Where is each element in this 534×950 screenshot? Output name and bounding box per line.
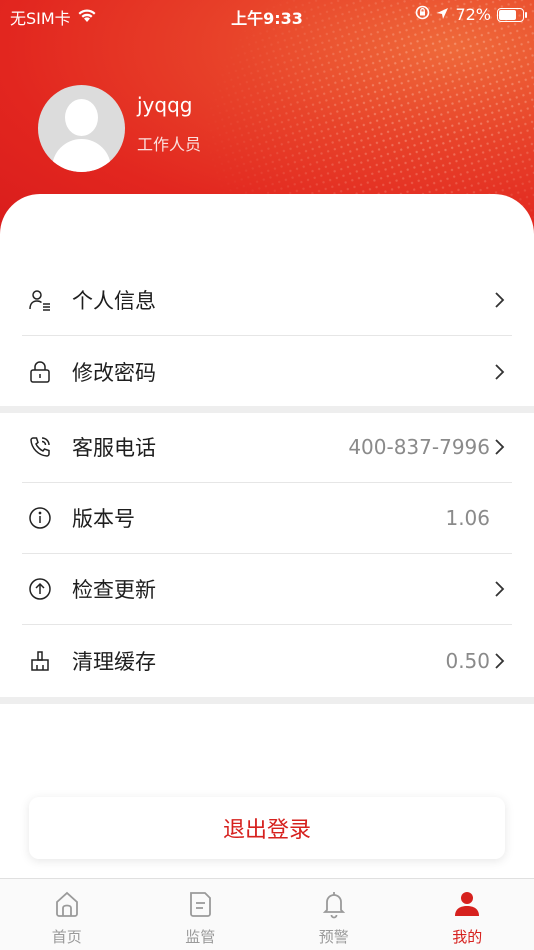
chevron-right-icon <box>494 652 506 670</box>
chevron-right-icon <box>494 291 506 309</box>
battery-percent: 72% <box>455 5 491 24</box>
user-list-icon <box>28 288 52 312</box>
status-bar: 无SIM卡 上午9:33 72% <box>0 0 534 32</box>
user-profile[interactable]: jyqqg 工作人员 <box>38 85 201 172</box>
tab-label: 监管 <box>185 928 216 946</box>
chevron-right-icon <box>494 363 506 381</box>
tab-mine[interactable]: 我的 <box>401 879 534 950</box>
cache-size: 0.50 <box>445 648 490 673</box>
broom-icon <box>28 649 52 673</box>
person-icon <box>451 888 483 920</box>
bottom-tab-bar: 首页 监管 预警 我的 <box>0 878 534 950</box>
chevron-right-icon <box>494 438 506 456</box>
menu-item-customer-service[interactable]: 客服电话 400-837-7996 <box>22 412 512 483</box>
phone-icon <box>28 435 52 459</box>
tab-supervision[interactable]: 监管 <box>134 879 268 950</box>
upload-arrow-icon <box>28 577 52 601</box>
menu-label: 修改密码 <box>72 360 156 385</box>
menu-label: 检查更新 <box>72 578 156 602</box>
menu-group-account: 个人信息 修改密码 <box>0 265 534 407</box>
home-icon <box>51 888 83 920</box>
info-icon <box>28 506 52 530</box>
menu-item-version: 版本号 1.06 <box>22 483 512 554</box>
menu-label: 个人信息 <box>72 289 156 313</box>
tab-label: 首页 <box>51 928 82 946</box>
username: jyqqg <box>137 93 193 117</box>
menu-item-personal-info[interactable]: 个人信息 <box>22 265 512 336</box>
location-arrow-icon <box>436 5 449 24</box>
menu-item-change-password[interactable]: 修改密码 <box>22 336 512 407</box>
battery-icon <box>497 7 527 22</box>
menu-item-check-update[interactable]: 检查更新 <box>22 554 512 625</box>
avatar[interactable] <box>38 85 125 172</box>
menu-item-clear-cache[interactable]: 清理缓存 0.50 <box>22 625 512 696</box>
document-icon <box>184 888 216 920</box>
logout-button[interactable]: 退出登录 <box>29 797 505 859</box>
user-role: 工作人员 <box>137 135 202 154</box>
menu-label: 客服电话 <box>72 436 156 460</box>
version-number: 1.06 <box>445 506 490 530</box>
tab-label: 我的 <box>452 928 483 946</box>
phone-number: 400-837-7996 <box>348 435 490 459</box>
lock-icon <box>28 360 52 384</box>
bell-icon <box>318 888 350 920</box>
rotation-lock-icon <box>415 5 430 24</box>
tab-warning[interactable]: 预警 <box>267 879 401 950</box>
tab-label: 预警 <box>318 928 349 946</box>
menu-group-app: 客服电话 400-837-7996 版本号 1.06 检查更新 清理缓存 0.5… <box>0 412 534 696</box>
menu-label: 版本号 <box>72 507 135 531</box>
tab-home[interactable]: 首页 <box>0 879 134 950</box>
section-divider <box>0 697 534 704</box>
chevron-right-icon <box>494 580 506 598</box>
menu-label: 清理缓存 <box>72 649 156 674</box>
